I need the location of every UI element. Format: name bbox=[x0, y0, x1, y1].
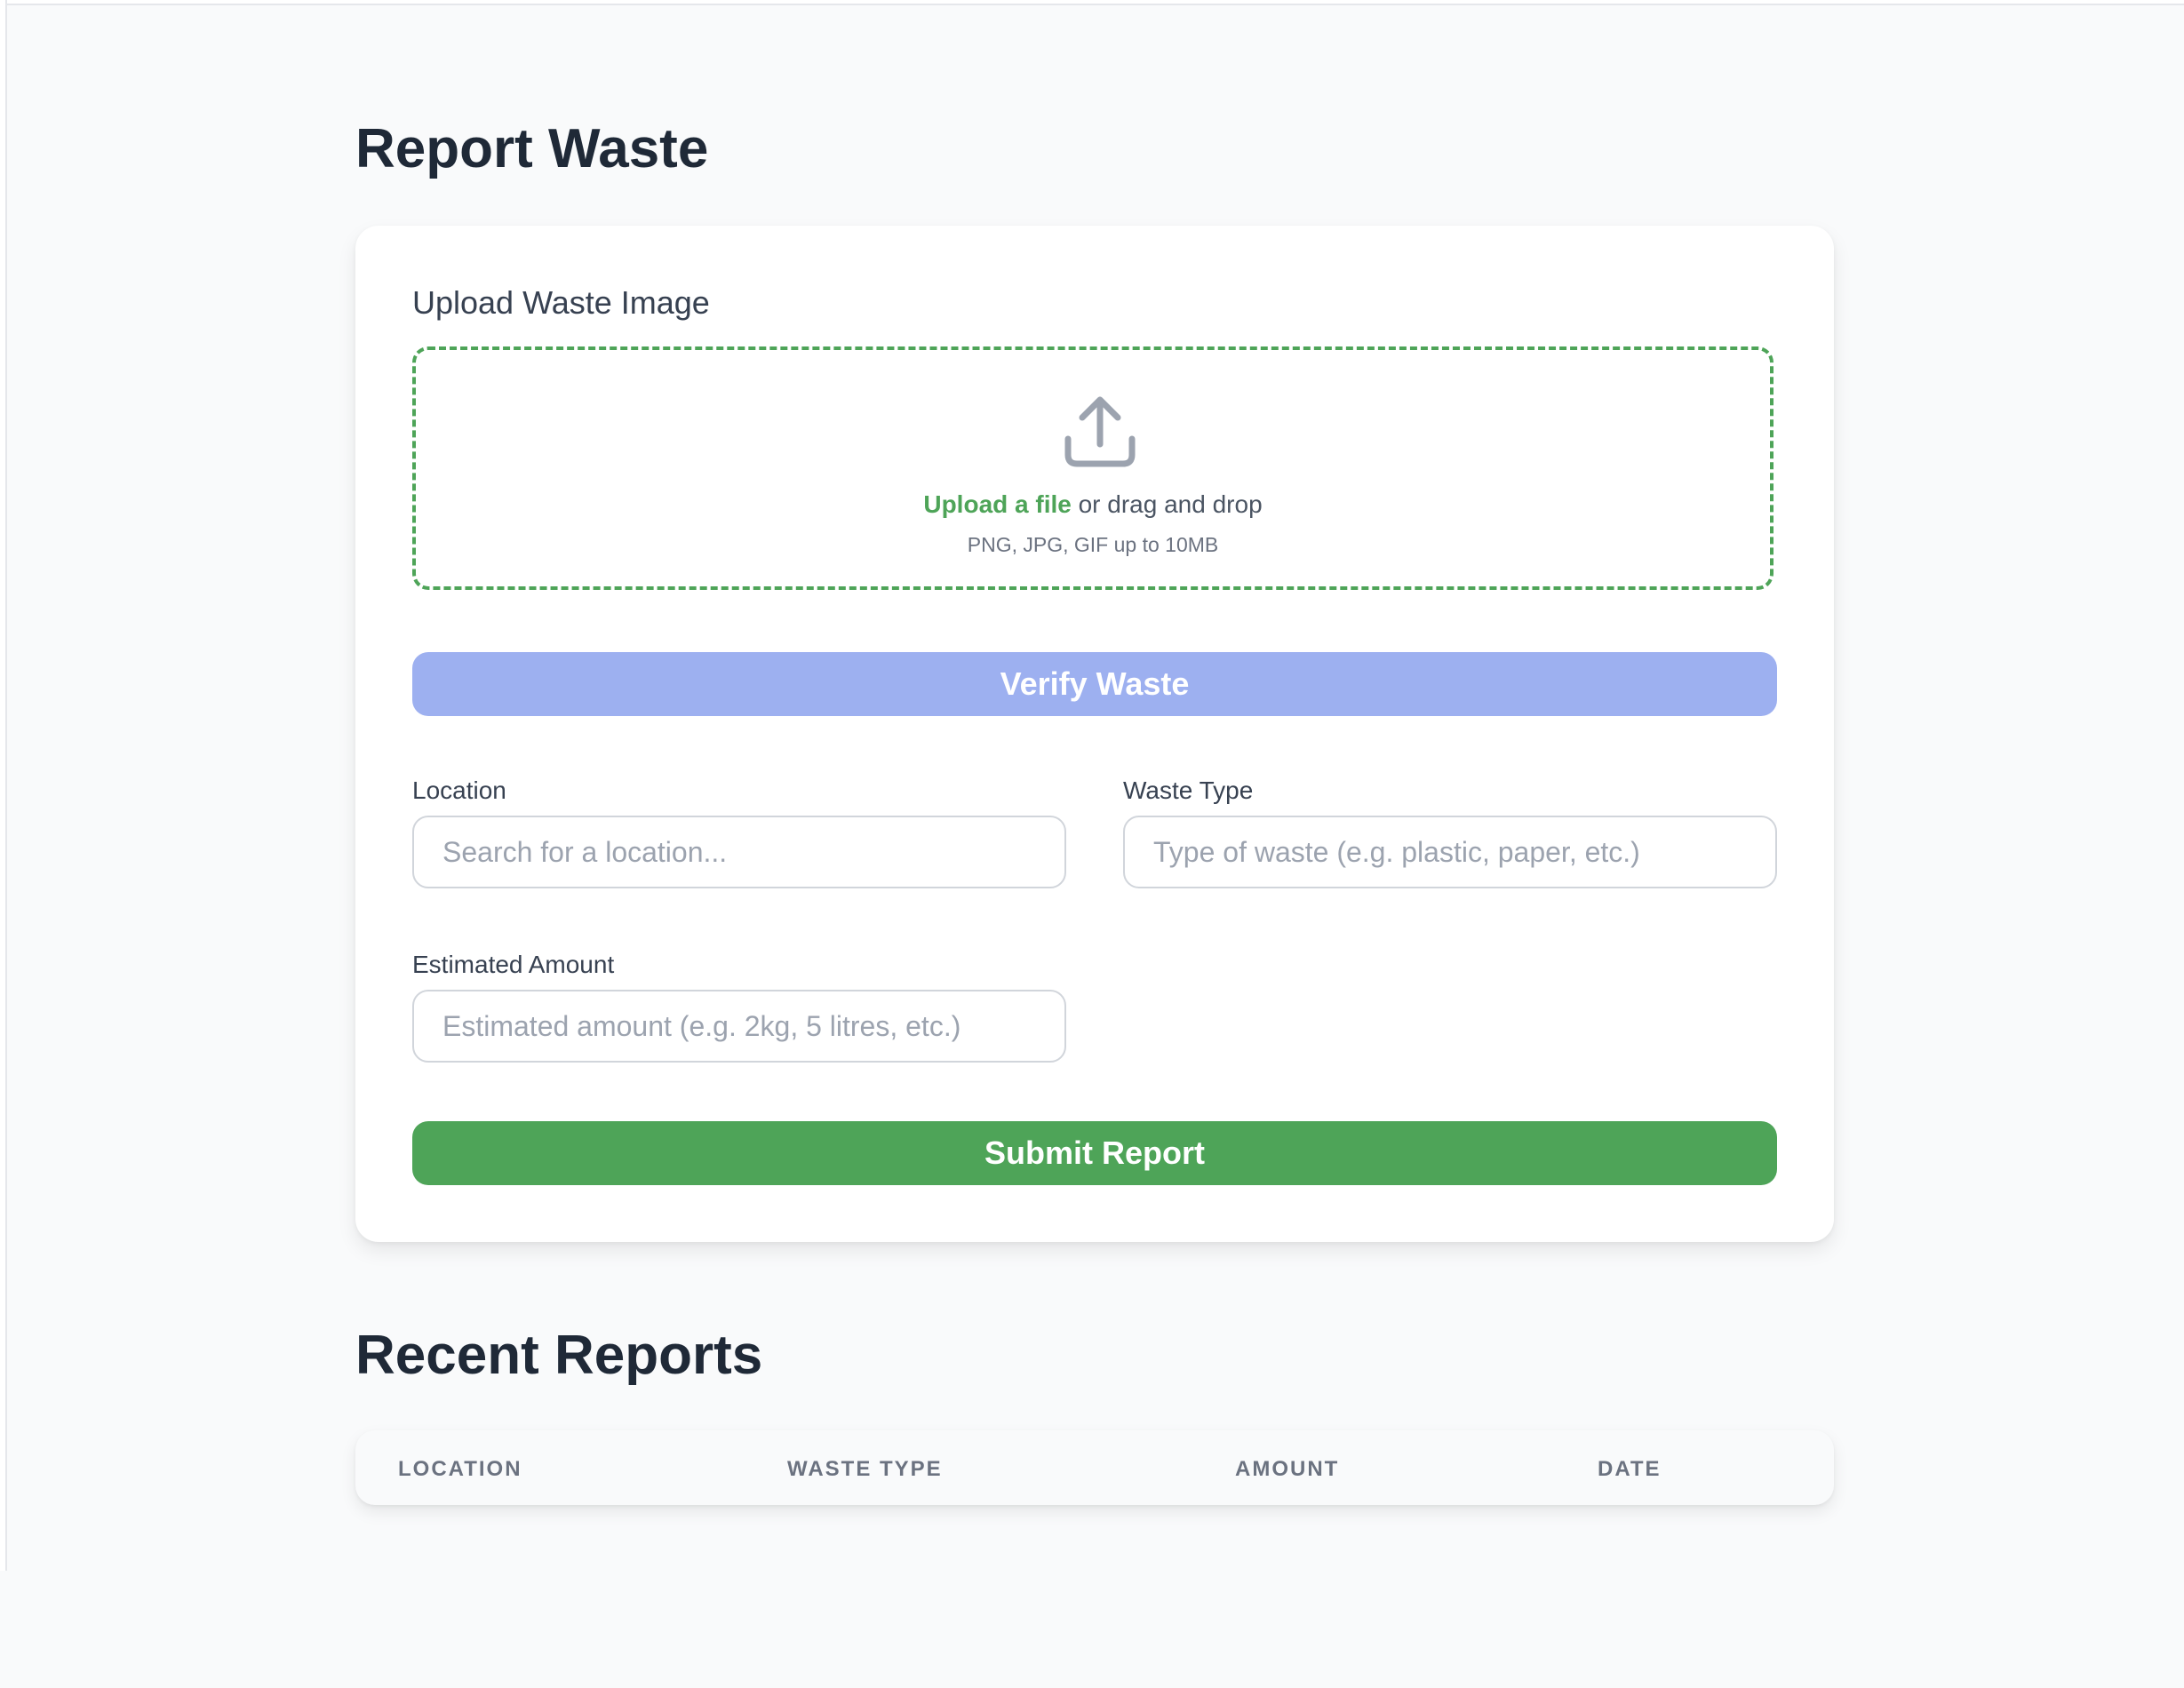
column-header-location: Location bbox=[398, 1457, 522, 1481]
recent-reports-title: Recent Reports bbox=[355, 1325, 763, 1386]
upload-file-link[interactable]: Upload a file bbox=[923, 490, 1071, 518]
upload-hint: PNG, JPG, GIF up to 10MB bbox=[967, 533, 1219, 556]
location-search-input[interactable] bbox=[412, 816, 1066, 888]
column-header-date: Date bbox=[1598, 1457, 1662, 1481]
upload-icon bbox=[1064, 396, 1136, 467]
location-label: Location bbox=[412, 776, 506, 804]
estimated-amount-input[interactable] bbox=[412, 990, 1066, 1063]
upload-instructions: Upload a file or drag and drop bbox=[416, 490, 1770, 519]
page-title: Report Waste bbox=[355, 118, 709, 179]
drag-drop-text: or drag and drop bbox=[1071, 490, 1263, 518]
window-top-border bbox=[0, 0, 2184, 5]
column-header-amount: Amount bbox=[1235, 1457, 1340, 1481]
submit-report-button[interactable]: Submit Report bbox=[412, 1121, 1777, 1185]
waste-type-label: Waste Type bbox=[1123, 776, 1254, 804]
report-form-card: Upload Waste Image Upload a file or drag… bbox=[355, 226, 1834, 1242]
upload-label: Upload Waste Image bbox=[412, 284, 710, 321]
recent-reports-table: Location Waste Type Amount Date bbox=[355, 1430, 1834, 1505]
estimated-amount-label: Estimated Amount bbox=[412, 951, 615, 978]
window-left-border bbox=[0, 0, 7, 1571]
waste-type-input[interactable] bbox=[1123, 816, 1777, 888]
verify-waste-button[interactable]: Verify Waste bbox=[412, 652, 1777, 716]
file-dropzone[interactable]: Upload a file or drag and drop PNG, JPG,… bbox=[412, 346, 1774, 590]
column-header-waste-type: Waste Type bbox=[787, 1457, 943, 1481]
